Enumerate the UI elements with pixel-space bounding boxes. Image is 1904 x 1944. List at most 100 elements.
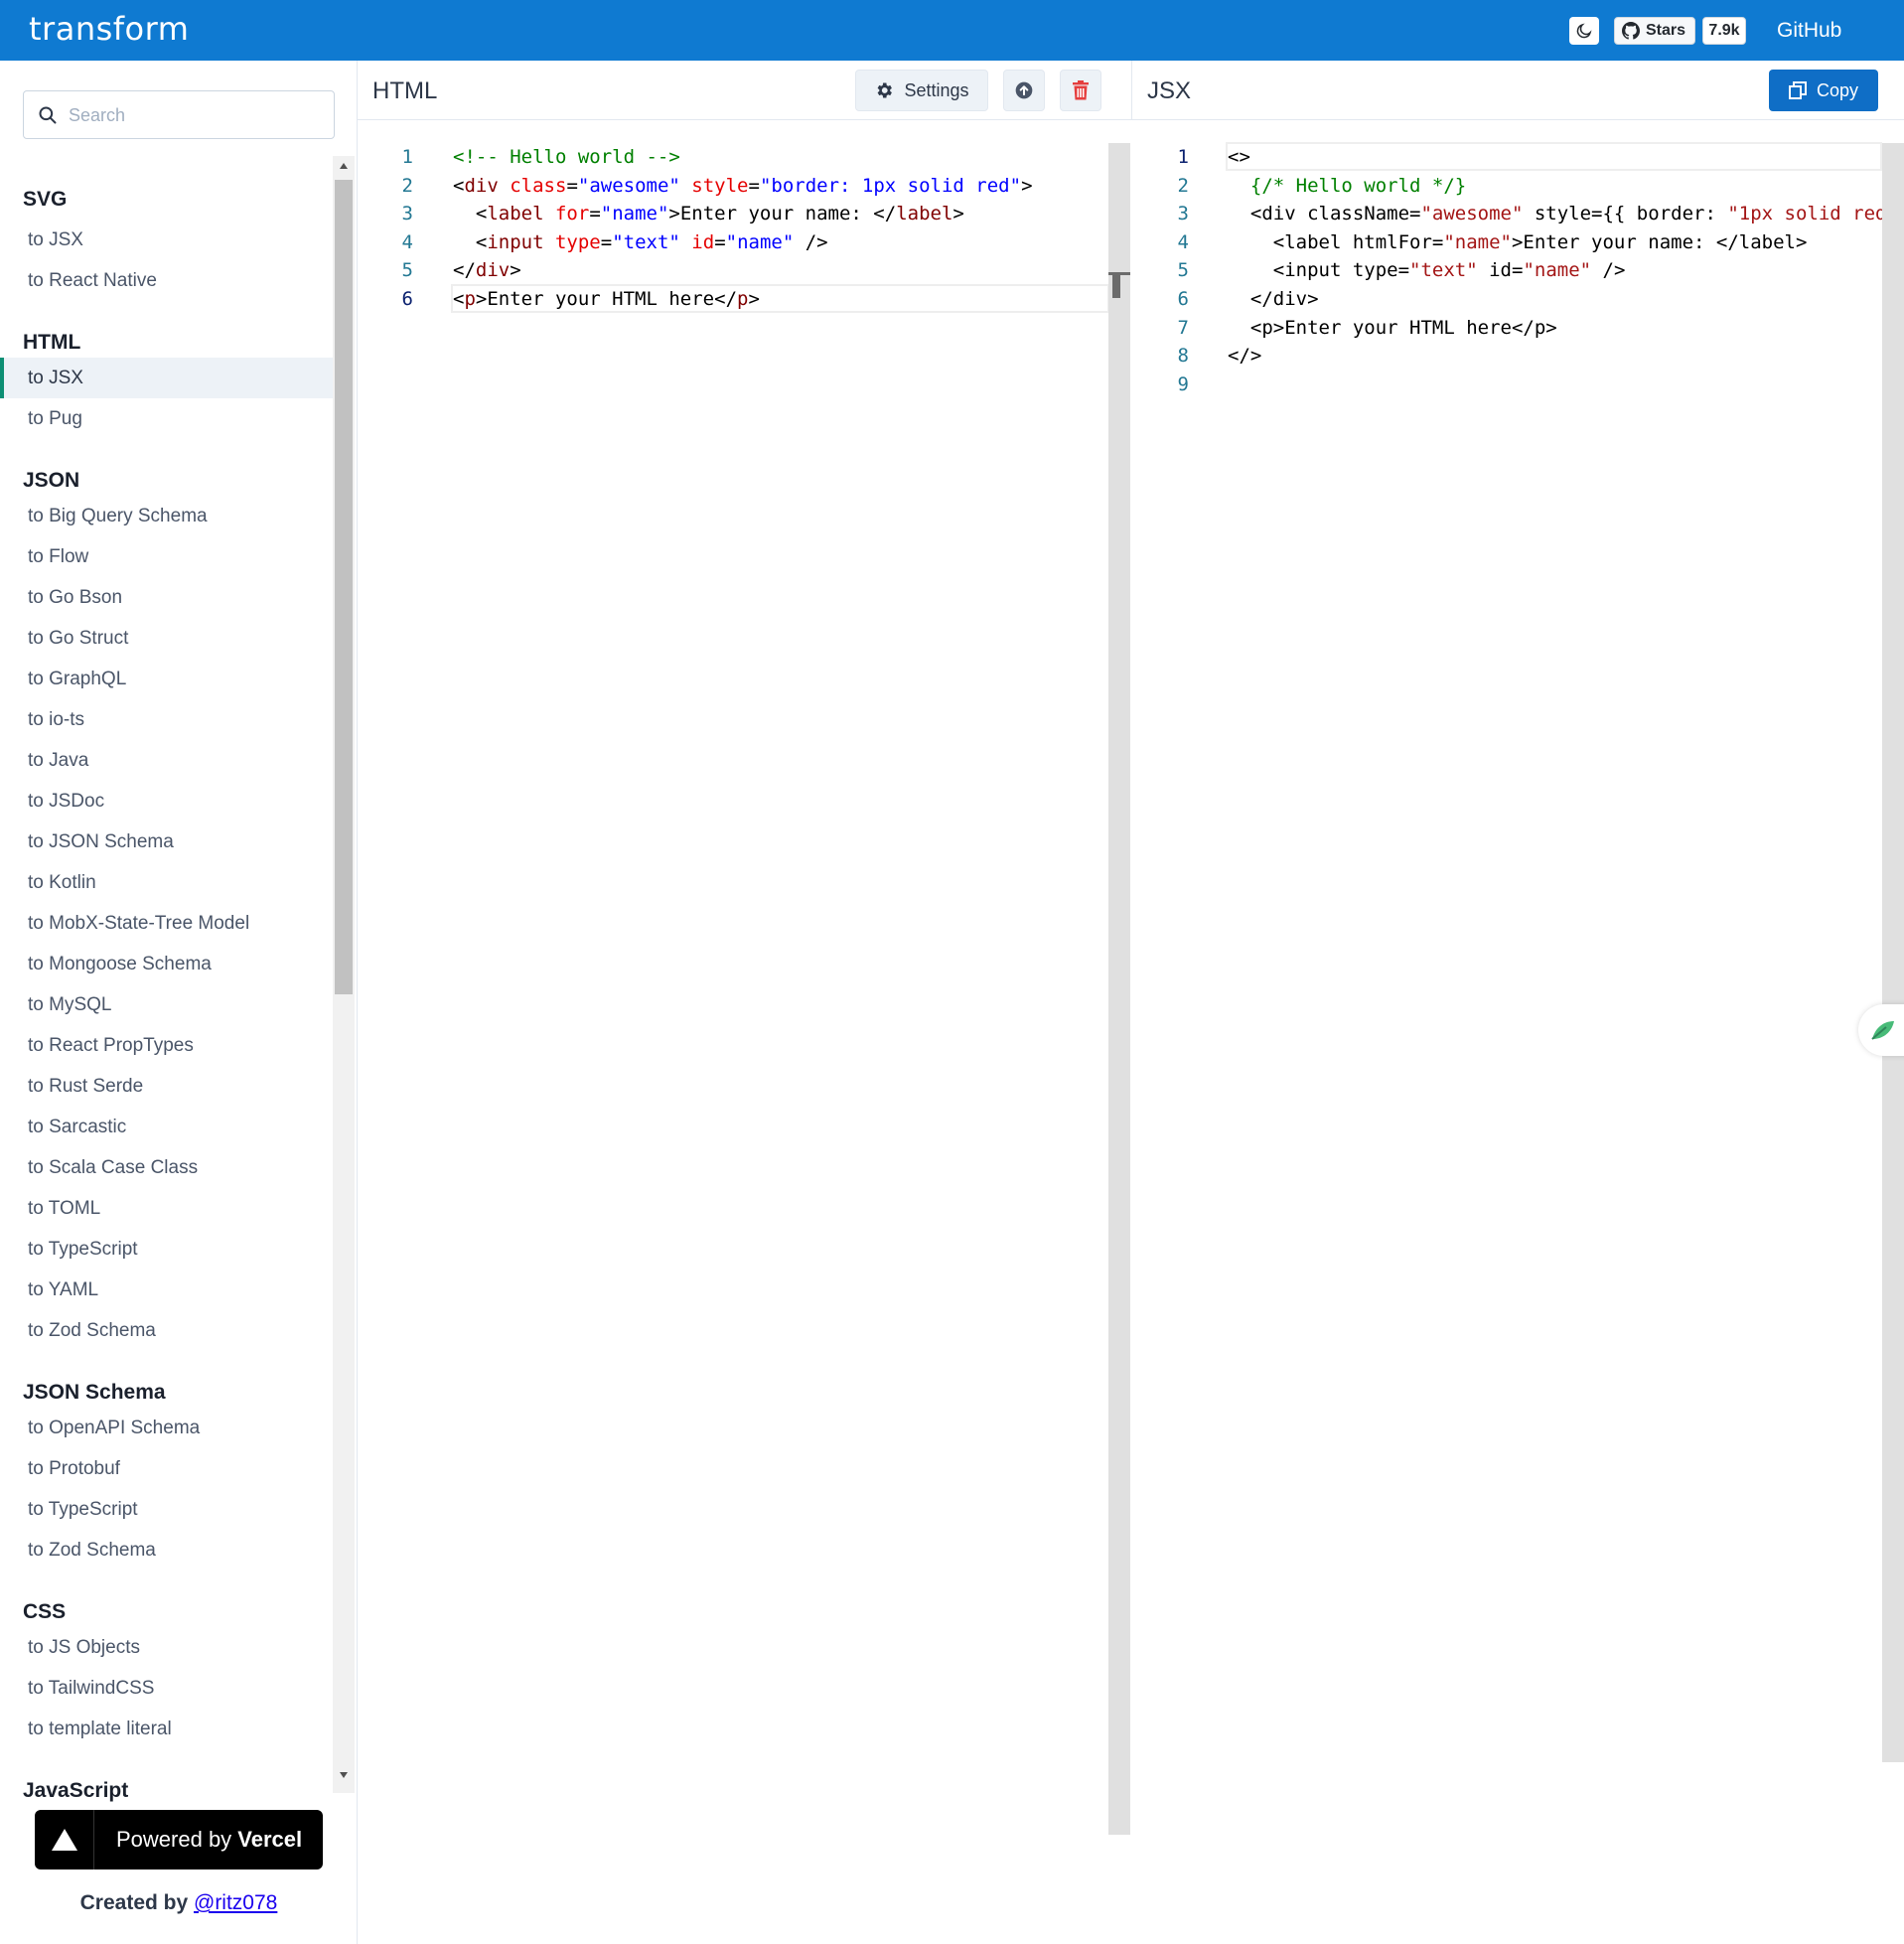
line-number: 6 <box>1177 287 1189 310</box>
output-panel-header: JSX Copy <box>1131 61 1904 120</box>
code-line[interactable]: 3 <div className="awesome" style={{ bord… <box>1132 200 1904 228</box>
nav-item[interactable]: to Go Bson <box>0 577 333 618</box>
code-line[interactable]: 1 <!-- Hello world --> <box>358 143 1131 172</box>
nav-item[interactable]: to React PropTypes <box>0 1025 333 1066</box>
stars-count[interactable]: 7.9k <box>1702 17 1746 45</box>
code-text[interactable]: <label for="name">Enter your name: </lab… <box>453 200 964 228</box>
code-line[interactable]: 4 <input type="text" id="name" /> <box>358 228 1131 257</box>
nav-group-spacer <box>0 439 333 455</box>
code-text[interactable]: <div class="awesome" style="border: 1px … <box>453 172 1033 201</box>
github-stars-button[interactable]: Stars <box>1614 17 1695 45</box>
output-code-editor[interactable]: 1 <> 2 {/* Hello world */} 3 <div className… <box>1132 120 1904 1944</box>
settings-button[interactable]: Settings <box>855 70 988 111</box>
code-text[interactable]: <p>Enter your HTML here</p> <box>453 285 760 314</box>
code-text[interactable]: </div> <box>453 256 521 285</box>
code-line[interactable]: 4 <label htmlFor="name">Enter your name:… <box>1132 228 1904 257</box>
sidebar-scrollbar[interactable] <box>333 156 355 1793</box>
github-link[interactable]: GitHub <box>1777 19 1841 43</box>
code-line[interactable]: 3 <label for="name">Enter your name: </l… <box>358 200 1131 228</box>
code-text[interactable]: </> <box>1228 342 1261 371</box>
nav-item[interactable]: to JSON Schema <box>0 822 333 862</box>
nav-item[interactable]: to React Native <box>0 260 333 301</box>
nav-item[interactable]: to Zod Schema <box>0 1530 333 1570</box>
nav-item[interactable]: to Java <box>0 740 333 781</box>
scrollbar-thumb[interactable] <box>335 180 353 994</box>
nav-item[interactable]: to TypeScript <box>0 1229 333 1270</box>
nav-item[interactable]: to io-ts <box>0 699 333 740</box>
dark-mode-toggle[interactable] <box>1569 17 1599 45</box>
scroll-down-arrow[interactable] <box>333 1771 355 1785</box>
code-line[interactable]: 5 <input type="text" id="name" /> <box>1132 256 1904 285</box>
input-code-lines[interactable]: 1 <!-- Hello world --> 2 <div class="awesom… <box>358 143 1131 314</box>
nav-item[interactable]: to JSX <box>0 358 333 398</box>
arrow-up-circle-icon <box>1015 81 1033 99</box>
code-line[interactable]: 2 <div class="awesome" style="border: 1px… <box>358 172 1131 201</box>
input-code-editor[interactable]: 1 <!-- Hello world --> 2 <div class="awesom… <box>358 120 1131 1944</box>
code-text[interactable]: </div> <box>1228 285 1319 314</box>
app-logo[interactable]: transform <box>29 10 189 48</box>
code-line[interactable]: 7 <p>Enter your HTML here</p> <box>1132 314 1904 343</box>
nav-item[interactable]: to JSX <box>0 220 333 260</box>
line-number: 7 <box>1177 316 1189 339</box>
nav-item[interactable]: to Mongoose Schema <box>0 944 333 984</box>
code-text[interactable]: <div className="awesome" style={{ border… <box>1228 200 1904 228</box>
nav-item[interactable]: to TypeScript <box>0 1489 333 1530</box>
code-line[interactable]: 9 <box>1132 371 1904 399</box>
nav-item[interactable]: to JSDoc <box>0 781 333 822</box>
code-line[interactable]: 6 </div> <box>1132 285 1904 314</box>
author-link[interactable]: @ritz078 <box>194 1891 277 1914</box>
nav-item[interactable]: to Zod Schema <box>0 1310 333 1351</box>
code-line[interactable]: 6 <p>Enter your HTML here</p> <box>358 283 1131 314</box>
input-editor-scrollbar[interactable] <box>1108 143 1130 1835</box>
nav-item[interactable]: to OpenAPI Schema <box>0 1408 333 1448</box>
code-line[interactable]: 1 <> <box>1132 142 1904 172</box>
nav-group-title: SVG <box>23 188 68 211</box>
feedback-button[interactable] <box>1858 1004 1904 1056</box>
line-number: 3 <box>401 203 413 225</box>
nav-item[interactable]: to Go Struct <box>0 618 333 659</box>
nav-item[interactable]: to GraphQL <box>0 659 333 699</box>
clear-button[interactable] <box>1060 70 1101 111</box>
nav-group-spacer <box>0 1749 333 1765</box>
code-text[interactable]: <> <box>1228 143 1250 172</box>
code-text[interactable]: <label htmlFor="name">Enter your name: <… <box>1228 228 1808 257</box>
nav-item[interactable]: to Pug <box>0 398 333 439</box>
code-line[interactable]: 5 </div> <box>358 256 1131 285</box>
nav-item[interactable]: to JS Objects <box>0 1627 333 1668</box>
search-input[interactable] <box>69 101 322 129</box>
nav-item[interactable]: to MySQL <box>0 984 333 1025</box>
nav-group-title: JSON <box>23 469 80 492</box>
nav-item[interactable]: to TOML <box>0 1188 333 1229</box>
code-text[interactable]: <p>Enter your HTML here</p> <box>1228 314 1557 343</box>
nav-item[interactable]: to TailwindCSS <box>0 1668 333 1709</box>
code-line[interactable]: 8 </> <box>1132 342 1904 371</box>
search-box[interactable] <box>23 90 335 139</box>
nav-item[interactable]: to Flow <box>0 536 333 577</box>
code-text[interactable]: <!-- Hello world --> <box>453 143 680 172</box>
nav-item[interactable]: to MobX-State-Tree Model <box>0 903 333 944</box>
nav-item[interactable]: to Kotlin <box>0 862 333 903</box>
nav-item[interactable]: to Sarcastic <box>0 1107 333 1147</box>
nav-item[interactable]: to YAML <box>0 1270 333 1310</box>
powered-by-vercel-badge[interactable]: Powered by Vercel <box>35 1810 323 1869</box>
line-number: 5 <box>1177 259 1189 282</box>
output-code-lines[interactable]: 1 <> 2 {/* Hello world */} 3 <div className… <box>1132 142 1904 399</box>
nav-item[interactable]: to template literal <box>0 1709 333 1749</box>
nav-item[interactable]: to Rust Serde <box>0 1066 333 1107</box>
upload-button[interactable] <box>1003 70 1045 111</box>
copy-button[interactable]: Copy <box>1769 70 1878 111</box>
code-text[interactable]: {/* Hello world */} <box>1228 172 1466 201</box>
output-editor-scrollbar[interactable] <box>1882 143 1904 1762</box>
nav-group-title: JSON Schema <box>23 1381 166 1404</box>
nav-item[interactable]: to Big Query Schema <box>0 496 333 536</box>
nav-item[interactable]: to Protobuf <box>0 1448 333 1489</box>
nav-group-spacer <box>0 1351 333 1367</box>
nav-item[interactable]: to Scala Case Class <box>0 1147 333 1188</box>
code-text[interactable]: <input type="text" id="name" /> <box>453 228 828 257</box>
code-text[interactable]: <input type="text" id="name" /> <box>1228 256 1626 285</box>
nav-group-spacer <box>0 301 333 317</box>
transform-nav-list: SVG to JSX to React Native HTML to JSX to Pug… <box>0 174 333 1815</box>
code-line[interactable]: 2 {/* Hello world */} <box>1132 172 1904 201</box>
scroll-up-arrow[interactable] <box>333 162 355 176</box>
copy-label: Copy <box>1816 79 1859 100</box>
